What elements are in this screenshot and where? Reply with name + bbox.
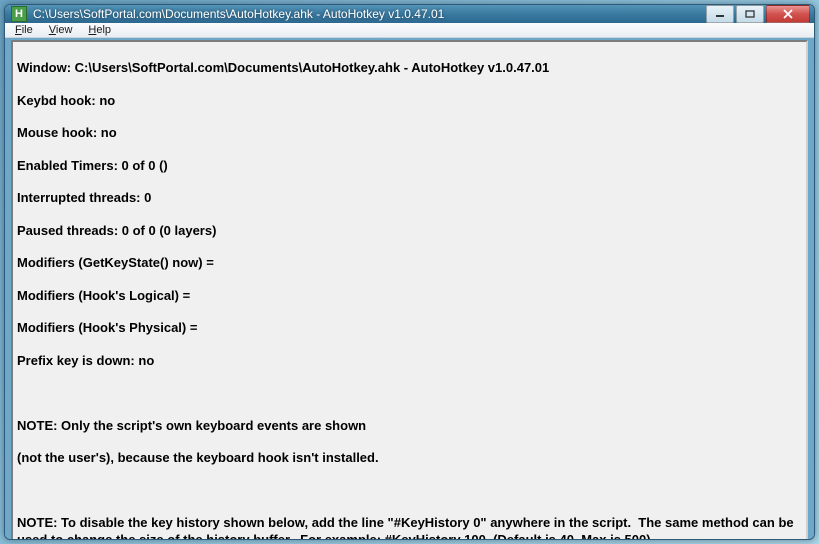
- menubar: File View Help: [5, 23, 814, 38]
- output-line: NOTE: Only the script's own keyboard eve…: [17, 418, 802, 434]
- output-line: Enabled Timers: 0 of 0 (): [17, 158, 802, 174]
- menu-help[interactable]: Help: [80, 23, 119, 37]
- maximize-icon: [745, 10, 755, 18]
- output-line: Window: C:\Users\SoftPortal.com\Document…: [17, 60, 802, 76]
- output-line: Modifiers (Hook's Physical) =: [17, 320, 802, 336]
- app-window: H C:\Users\SoftPortal.com\Documents\Auto…: [4, 4, 815, 540]
- output-line: Keybd hook: no: [17, 93, 802, 109]
- client-area: Window: C:\Users\SoftPortal.com\Document…: [5, 38, 814, 540]
- titlebar[interactable]: H C:\Users\SoftPortal.com\Documents\Auto…: [5, 5, 814, 23]
- text-output[interactable]: Window: C:\Users\SoftPortal.com\Document…: [11, 40, 808, 540]
- app-icon: H: [11, 6, 27, 22]
- output-line: (not the user's), because the keyboard h…: [17, 450, 802, 466]
- output-line: Paused threads: 0 of 0 (0 layers): [17, 223, 802, 239]
- window-controls: [706, 5, 810, 23]
- close-icon: [782, 9, 794, 19]
- output-line: Modifiers (Hook's Logical) =: [17, 288, 802, 304]
- output-line: Prefix key is down: no: [17, 353, 802, 369]
- output-line: Mouse hook: no: [17, 125, 802, 141]
- menu-view[interactable]: View: [41, 23, 81, 37]
- minimize-icon: [715, 10, 725, 18]
- window-title: C:\Users\SoftPortal.com\Documents\AutoHo…: [33, 7, 702, 21]
- output-line: Interrupted threads: 0: [17, 190, 802, 206]
- menu-file[interactable]: File: [7, 23, 41, 37]
- close-button[interactable]: [766, 5, 810, 23]
- output-line: Modifiers (GetKeyState() now) =: [17, 255, 802, 271]
- maximize-button[interactable]: [736, 5, 764, 23]
- output-line: NOTE: To disable the key history shown b…: [17, 515, 802, 540]
- output-line: [17, 483, 802, 499]
- minimize-button[interactable]: [706, 5, 734, 23]
- output-line: [17, 385, 802, 401]
